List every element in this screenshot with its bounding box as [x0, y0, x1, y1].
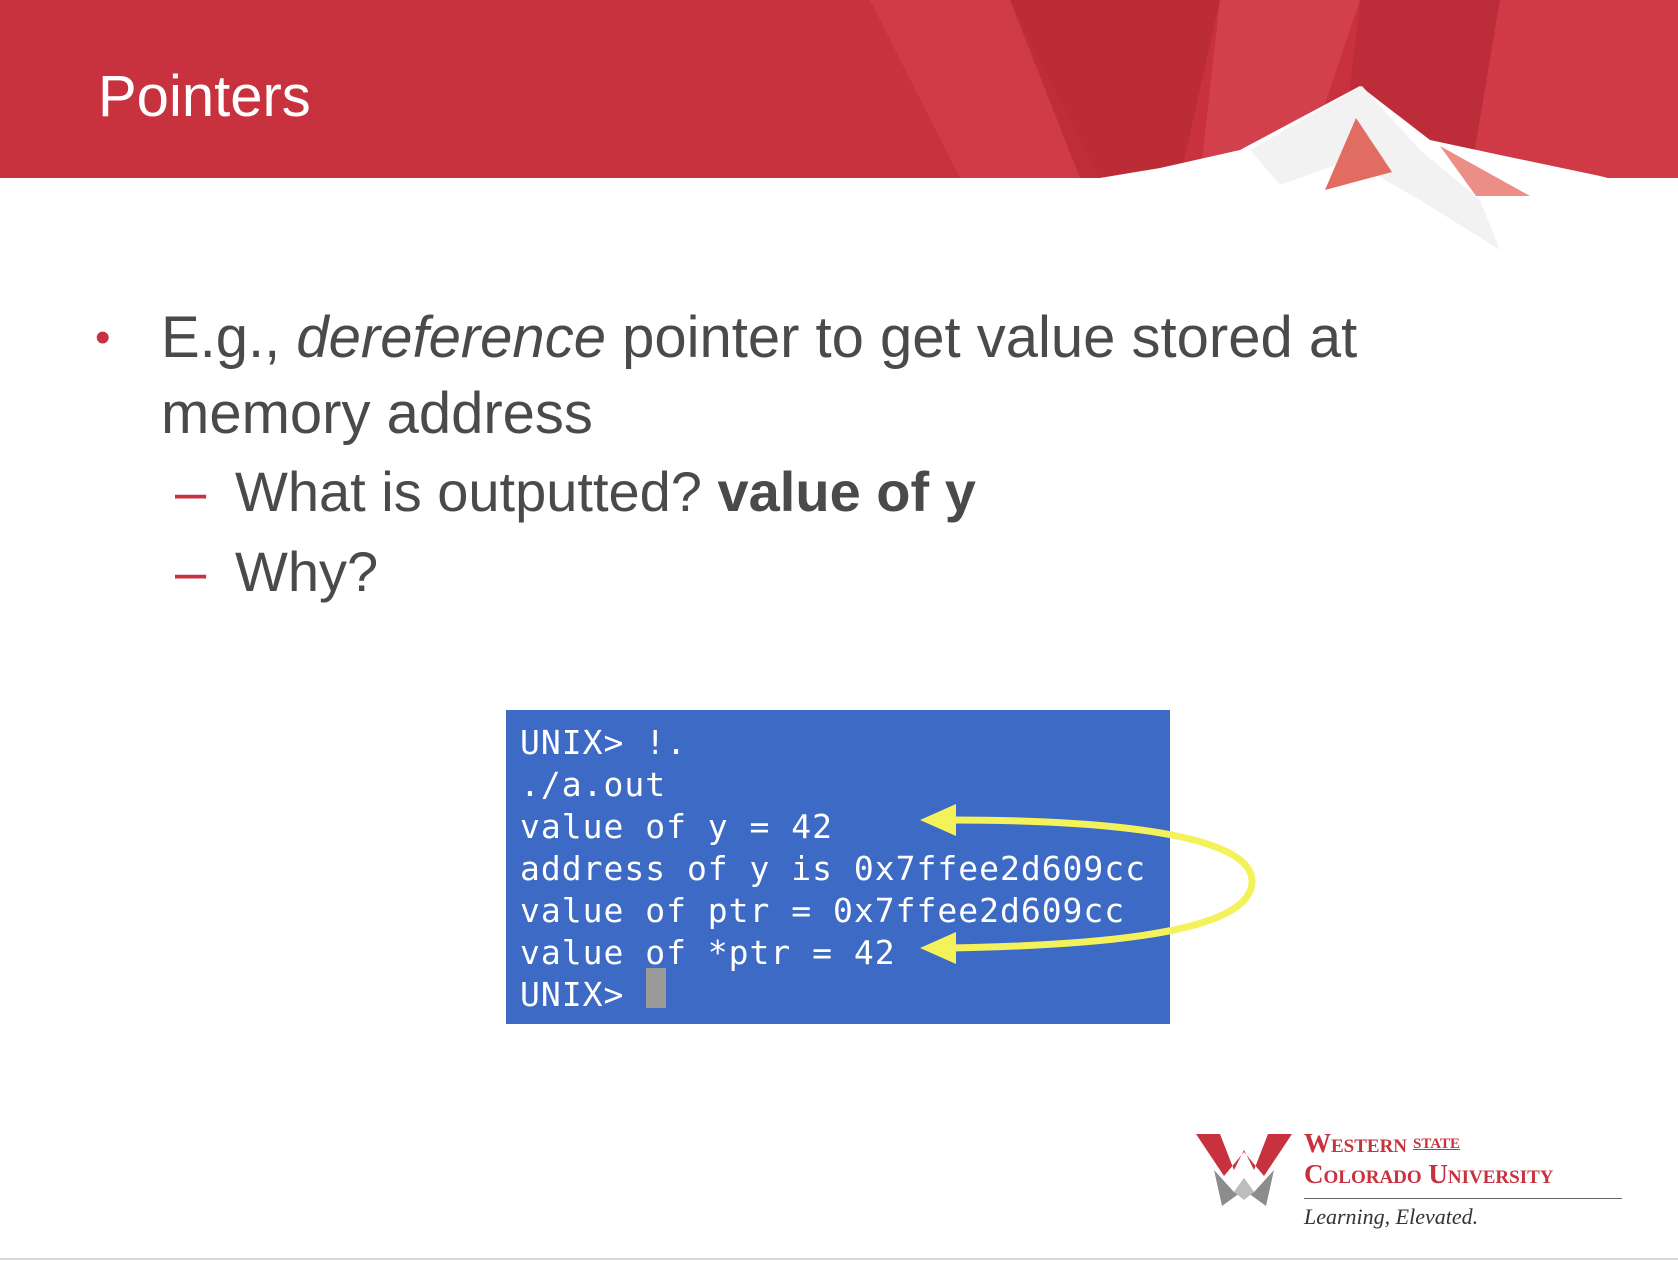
terminal-line: ./a.out [520, 765, 667, 804]
university-w-mark-icon [1196, 1134, 1292, 1206]
terminal-line: UNIX> !. [520, 723, 687, 762]
bullet-text-prefix: E.g., [161, 305, 297, 370]
sub-bullet-answer: value of y [717, 460, 976, 523]
terminal-line: UNIX> [520, 975, 625, 1014]
sub-bullet-item: – Why? [95, 532, 1535, 612]
bullet-item: • E.g., dereference pointer to get value… [95, 300, 1535, 452]
bullet-text-emphasis: dereference [296, 305, 606, 370]
sub-bullet-text: Why? [235, 540, 379, 603]
slide-content: • E.g., dereference pointer to get value… [95, 300, 1535, 612]
logo-tagline: Learning, Elevated. [1304, 1204, 1479, 1229]
terminal-line: value of *ptr = 42 [520, 933, 896, 972]
slide-header: Pointers [0, 0, 1678, 250]
logo-divider [1304, 1198, 1622, 1199]
university-logo: Western STATE Colorado University Learnin… [1196, 1128, 1636, 1238]
sub-bullet-item: – What is outputted? value of y [95, 452, 1535, 532]
sub-bullet-text: What is outputted? [235, 460, 718, 523]
slide-title: Pointers [98, 64, 311, 129]
sub-bullet-marker: – [175, 460, 207, 523]
terminal-screenshot: UNIX> !. ./a.out value of y = 42 address… [506, 710, 1170, 1024]
sub-bullet-marker: – [175, 540, 207, 603]
terminal-cursor [646, 968, 666, 1008]
terminal-line: value of y = 42 [520, 807, 834, 846]
logo-name-line1: Western [1304, 1128, 1408, 1158]
logo-name-line2: Colorado University [1304, 1159, 1554, 1189]
logo-wordmark: Western STATE Colorado University [1304, 1128, 1554, 1189]
logo-state: STATE [1413, 1136, 1460, 1152]
terminal-line: value of ptr = 0x7ffee2d609cc [520, 891, 1126, 930]
footer-divider [0, 1258, 1678, 1260]
terminal-line: address of y is 0x7ffee2d609cc [520, 849, 1147, 888]
bullet-marker: • [95, 313, 111, 362]
